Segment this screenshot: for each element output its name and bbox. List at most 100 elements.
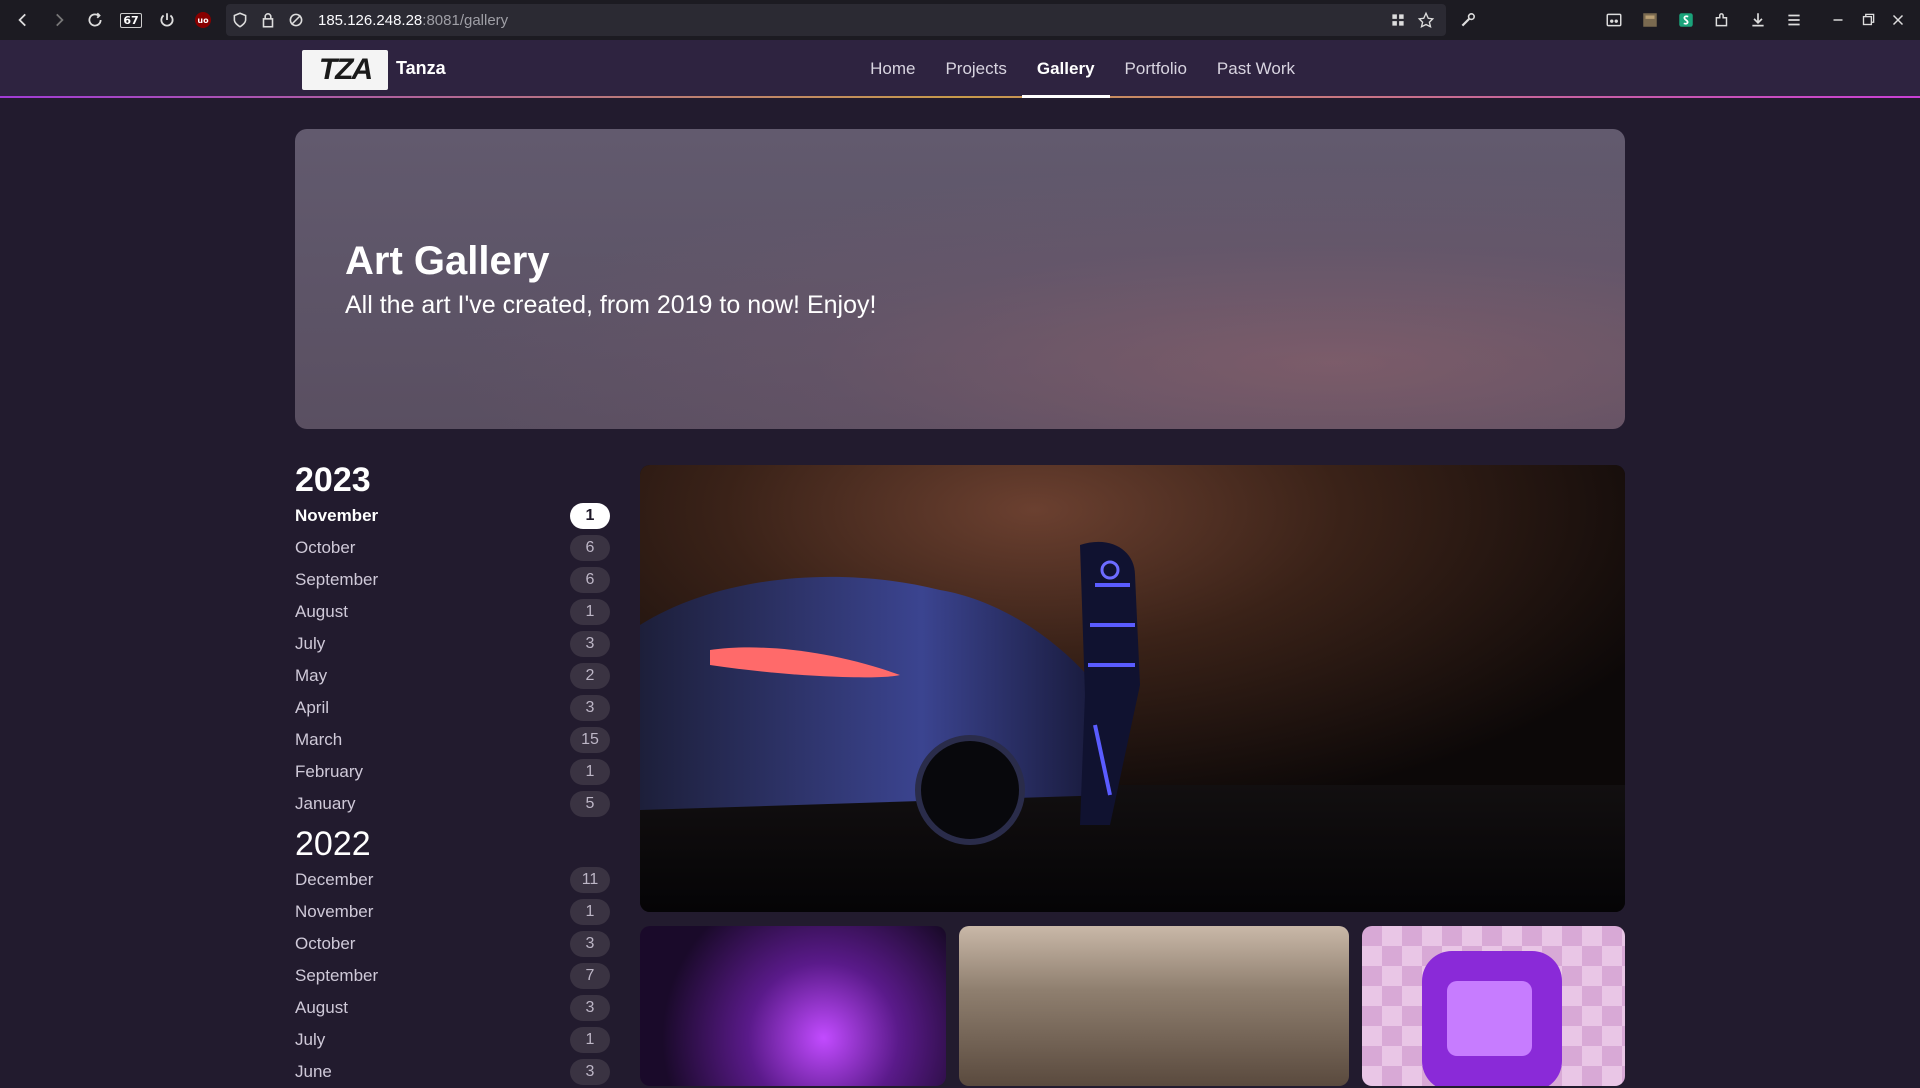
minimize-icon[interactable] — [1824, 6, 1852, 34]
month-count: 3 — [570, 995, 610, 1021]
month-label: December — [295, 870, 374, 889]
month-label: April — [295, 698, 330, 717]
nav-projects[interactable]: Projects — [930, 40, 1021, 98]
archive-month[interactable]: November 1 — [295, 896, 610, 928]
hero-banner: Art Gallery All the art I've created, fr… — [295, 129, 1625, 429]
month-label: October — [295, 934, 356, 953]
month-count: 3 — [570, 1059, 610, 1085]
shield-icon[interactable] — [226, 6, 254, 34]
archive-month[interactable]: July 3 — [295, 628, 610, 660]
archive-year[interactable]: 2023 — [295, 460, 610, 500]
thumbnail-art — [1422, 951, 1562, 1086]
archive-month[interactable]: January 5 — [295, 788, 610, 820]
menu-icon[interactable] — [1780, 6, 1808, 34]
restore-icon[interactable] — [1854, 6, 1882, 34]
month-label: November — [295, 506, 379, 525]
reader-icon[interactable] — [1600, 6, 1628, 34]
permissions-icon[interactable] — [282, 6, 310, 34]
logo-text: TZA — [318, 53, 373, 86]
url-text[interactable]: 185.126.248.28:8081/gallery — [318, 12, 508, 29]
gallery-thumbnail[interactable] — [1362, 926, 1625, 1086]
month-label: May — [295, 666, 328, 685]
month-count: 3 — [570, 631, 610, 657]
month-count: 15 — [570, 727, 610, 753]
bookmark-star-icon[interactable] — [1412, 6, 1440, 34]
month-count: 1 — [570, 759, 610, 785]
archive-month[interactable]: September 7 — [295, 960, 610, 992]
nav-home[interactable]: Home — [855, 40, 930, 98]
archive-month[interactable]: April 3 — [295, 692, 610, 724]
month-count: 7 — [570, 963, 610, 989]
featured-artwork-image — [640, 465, 1625, 912]
lock-icon[interactable] — [254, 6, 282, 34]
nav-portfolio[interactable]: Portfolio — [1110, 40, 1202, 98]
month-label: August — [295, 998, 348, 1017]
archive-year[interactable]: 2022 — [295, 820, 610, 864]
grid-icon[interactable] — [1384, 6, 1412, 34]
archive-month[interactable]: March 15 — [295, 724, 610, 756]
forward-icon[interactable] — [45, 6, 73, 34]
month-count: 3 — [570, 931, 610, 957]
address-bar[interactable]: 185.126.248.28:8081/gallery — [226, 4, 1446, 36]
extension-mc-icon[interactable] — [1636, 6, 1664, 34]
gallery-thumbnail[interactable] — [959, 926, 1349, 1086]
url-host: 185.126.248.28 — [318, 11, 423, 29]
archive-month[interactable]: October 6 — [295, 532, 610, 564]
month-count: 6 — [570, 567, 610, 593]
nav-past-work[interactable]: Past Work — [1202, 40, 1310, 98]
extension-s-icon[interactable] — [1672, 6, 1700, 34]
month-count: 3 — [570, 695, 610, 721]
featured-artwork[interactable] — [640, 465, 1625, 912]
archive-month[interactable]: December 11 — [295, 864, 610, 896]
back-icon[interactable] — [9, 6, 37, 34]
archive-month[interactable]: July 1 — [295, 1024, 610, 1056]
gallery-thumbnail[interactable] — [640, 926, 946, 1086]
reload-icon[interactable] — [81, 6, 109, 34]
archive-month[interactable]: June 3 — [295, 1056, 610, 1088]
month-label: September — [295, 570, 379, 589]
archive-sidebar: 2023 November 1 October 6 September 6 Augus… — [295, 460, 610, 1088]
brand-name[interactable]: Tanza — [396, 58, 446, 79]
url-path: :8081/gallery — [422, 11, 509, 29]
month-count: 1 — [570, 599, 610, 625]
month-label: October — [295, 538, 356, 557]
main-nav: Home Projects Gallery Portfolio Past Wor… — [855, 40, 1310, 98]
ublock-icon[interactable]: uo — [189, 6, 217, 34]
month-count: 6 — [570, 535, 610, 561]
month-count: 5 — [570, 791, 610, 817]
browser-toolbar: 67 uo 185.126.248.28:8081/gallery — [0, 0, 1920, 40]
toolbar-extensions — [1600, 6, 1808, 34]
power-icon[interactable] — [153, 6, 181, 34]
month-label: November — [295, 902, 374, 921]
downloads-icon[interactable] — [1744, 6, 1772, 34]
wrench-icon[interactable] — [1454, 6, 1482, 34]
month-count: 1 — [570, 503, 610, 529]
archive-month[interactable]: September 6 — [295, 564, 610, 596]
extension-badge-count: 67 — [120, 12, 142, 28]
archive-month[interactable]: November 1 — [295, 500, 610, 532]
month-count: 11 — [570, 867, 610, 893]
month-label: February — [295, 762, 364, 781]
extensions-puzzle-icon[interactable] — [1708, 6, 1736, 34]
month-label: June — [295, 1062, 332, 1081]
archive-month[interactable]: May 2 — [295, 660, 610, 692]
month-count: 1 — [570, 899, 610, 925]
page-subtitle: All the art I've created, from 2019 to n… — [345, 291, 877, 319]
month-count: 2 — [570, 663, 610, 689]
archive-month[interactable]: February 1 — [295, 756, 610, 788]
month-label: September — [295, 966, 379, 985]
extension-badge-icon[interactable]: 67 — [117, 6, 145, 34]
month-label: August — [295, 602, 348, 621]
window-controls — [1824, 6, 1912, 34]
archive-month[interactable]: August 1 — [295, 596, 610, 628]
month-label: July — [295, 1030, 326, 1049]
site-logo[interactable]: TZA — [302, 50, 388, 90]
month-label: March — [295, 730, 343, 749]
archive-month[interactable]: August 3 — [295, 992, 610, 1024]
month-label: January — [295, 794, 356, 813]
page-title: Art Gallery — [345, 239, 550, 283]
archive-month[interactable]: October 3 — [295, 928, 610, 960]
close-icon[interactable] — [1884, 6, 1912, 34]
nav-gallery[interactable]: Gallery — [1021, 40, 1110, 98]
month-label: July — [295, 634, 326, 653]
